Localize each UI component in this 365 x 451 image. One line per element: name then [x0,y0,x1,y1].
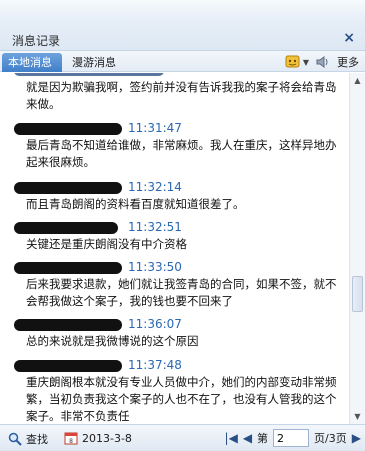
page-number-input[interactable] [273,429,310,447]
message-text: 后来我要求退款，她们就让我签青岛的合同，如果不签，就不会帮我做这个案子，我的钱也… [26,277,337,308]
message-header: 11:32:51 [0,219,349,236]
find-label: 查找 [26,433,48,446]
sender-name-redacted [14,123,122,135]
message-header: 11:32:14 [0,179,349,196]
scroll-up-arrow-icon[interactable]: ▲ [350,73,365,88]
message-text: 总的来说就是我微博说的这个原因 [26,334,199,348]
emoticon-icon [285,55,300,68]
sender-name-redacted [14,319,122,331]
page-suffix: 页/3页 [314,432,347,445]
message-item: 11:31:47 最后青岛不知道给谁做，非常麻烦。我人在重庆，这样异地办起来很麻… [0,120,349,171]
message-time: 11:37:48 [128,358,182,372]
sender-name-redacted [14,262,122,274]
message-list: 就是因为欺骗我啊，签约前并没有告诉我我的案子将会给青岛来做。 11:31:47 … [0,73,349,424]
message-text: 关键还是重庆朗阁没有中介资格 [26,237,187,251]
date-picker-button[interactable]: 8 2013-3-8 [64,431,132,445]
sender-name-redacted [14,73,164,76]
message-item: 就是因为欺骗我啊，签约前并没有告诉我我的案子将会给青岛来做。 [0,73,349,113]
message-item: 11:37:48 重庆朗阁根本就没有专业人员做中介，她们的内部变动非常频繁，当初… [0,357,349,424]
page-prefix: 第 [257,432,269,445]
message-time: 11:31:47 [128,121,182,135]
close-icon[interactable]: × [343,30,355,46]
toolbar-icons: ▼ 更多 [285,53,359,71]
emoticon-menu-button[interactable]: ▼ [285,55,309,69]
date-value: 2013-3-8 [82,431,132,445]
more-button[interactable]: 更多 [337,54,359,70]
next-page-icon[interactable]: ▶ [352,431,361,445]
sender-name-redacted [14,182,122,194]
message-time: 11:33:50 [128,260,182,274]
message-item: 11:32:51 关键还是重庆朗阁没有中介资格 [0,219,349,253]
scroll-thumb[interactable] [352,276,363,312]
status-bar: 查找 8 2013-3-8 |◀ ◀ 第 页/3页 ▶ [0,424,365,451]
message-text: 而且青岛朗阁的资料看百度就知道很差了。 [26,197,245,211]
speaker-icon [316,56,328,68]
svg-text:8: 8 [69,438,73,445]
message-item: 11:33:50 后来我要求退款，她们就让我签青岛的合同，如果不签，就不会帮我做… [0,259,349,310]
title-bar: 消息记录 × [0,0,365,51]
find-button[interactable]: 查找 [8,431,48,447]
message-header: 11:36:07 [0,316,349,333]
search-icon [8,432,22,446]
message-text: 就是因为欺骗我啊，签约前并没有告诉我我的案子将会给青岛来做。 [26,80,337,111]
message-header: 11:33:50 [0,259,349,276]
previous-page-icon[interactable]: ◀ [243,431,252,445]
scroll-down-arrow-icon[interactable]: ▼ [350,409,365,424]
message-time: 11:36:07 [128,317,182,331]
tab-local-messages[interactable]: 本地消息 [2,53,62,72]
message-header: 11:31:47 [0,120,349,137]
sender-name-redacted [14,360,122,372]
message-item: 11:36:07 总的来说就是我微博说的这个原因 [0,316,349,350]
message-text: 重庆朗阁根本就没有专业人员做中介，她们的内部变动非常频繁，当初负责我这个案子的人… [26,375,337,423]
first-page-icon[interactable]: |◀ [225,431,238,445]
message-text: 最后青岛不知道给谁做，非常麻烦。我人在重庆，这样异地办起来很麻烦。 [26,138,337,169]
speaker-button[interactable] [315,55,331,69]
sender-name-redacted [14,222,118,234]
message-header: 11:37:48 [0,357,349,374]
message-time: 11:32:14 [128,180,182,194]
message-time: 11:32:51 [128,220,182,234]
tab-bar: 本地消息 漫游消息 ▼ 更多 [0,51,365,72]
window-title: 消息记录 [12,34,61,48]
pagination: |◀ ◀ 第 页/3页 ▶ [225,429,361,447]
calendar-icon: 8 [64,432,78,445]
tab-roaming-messages[interactable]: 漫游消息 [66,53,122,72]
chevron-down-icon: ▼ [302,57,309,67]
vertical-scrollbar[interactable]: ▲ ▼ [349,73,365,424]
message-item: 11:32:14 而且青岛朗阁的资料看百度就知道很差了。 [0,179,349,213]
